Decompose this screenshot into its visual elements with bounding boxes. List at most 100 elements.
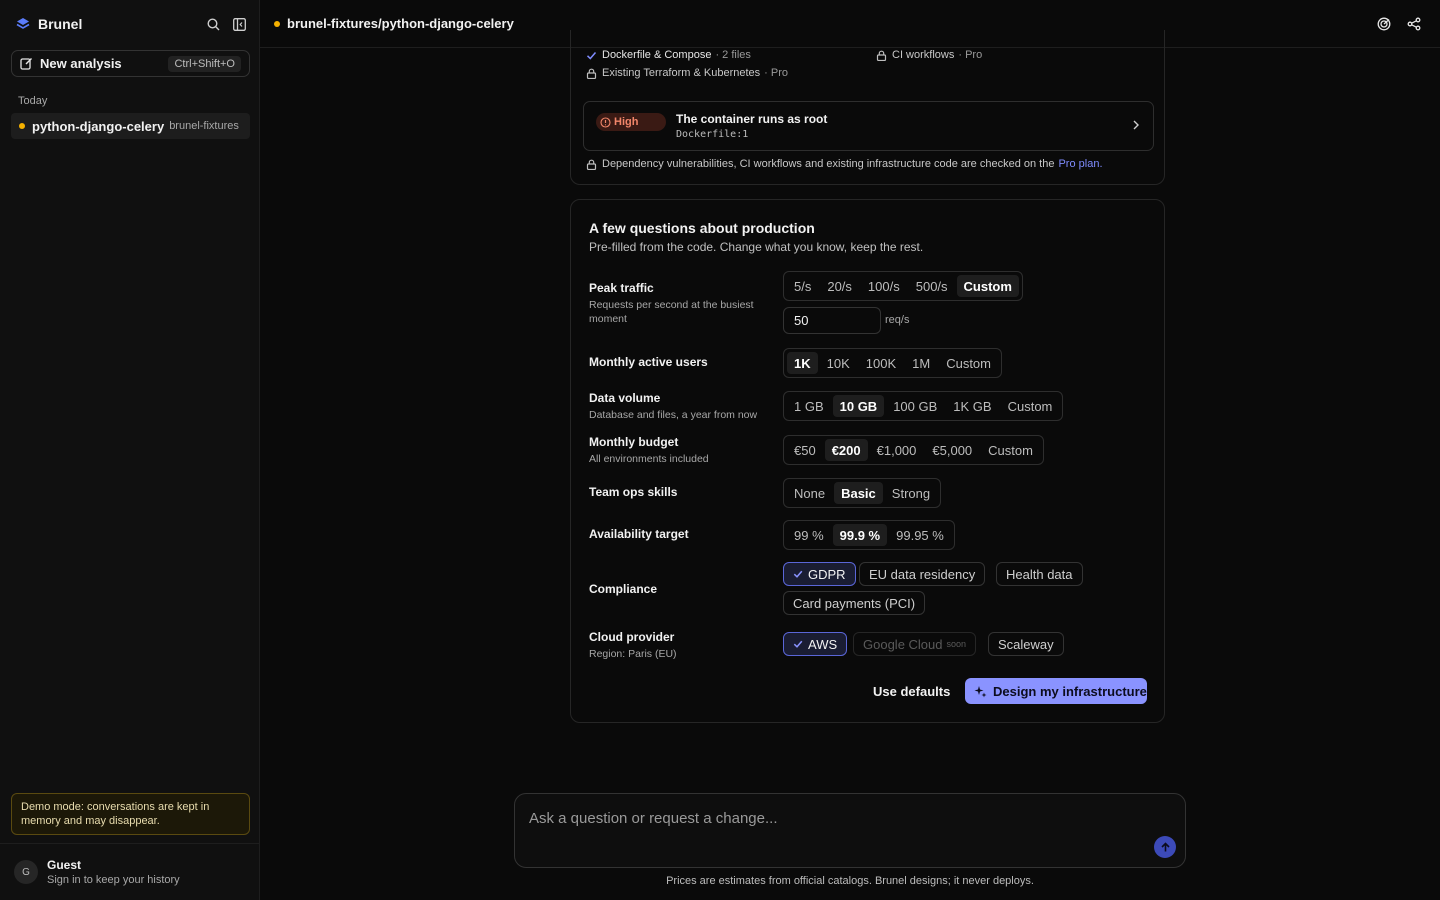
budget-selector: €50 €200 €1,000 €5,000 Custom	[783, 435, 1044, 465]
finding-location: Dockerfile:1	[676, 129, 749, 140]
pricing-disclaimer: Prices are estimates from official catal…	[666, 875, 1034, 887]
mau-label: Monthly active users	[589, 355, 708, 369]
brunel-logo-icon	[16, 18, 30, 29]
data-volume-option[interactable]: 1K GB	[946, 395, 998, 417]
user-sign-in-hint: Sign in to keep your history	[47, 874, 180, 886]
chat-input[interactable]	[529, 808, 1129, 828]
history-item-name: python-django-celery	[32, 118, 165, 134]
compliance-gdpr-chip[interactable]: GDPR	[783, 562, 856, 586]
sidebar-header: Brunel	[16, 14, 247, 34]
brand-name: Brunel	[38, 16, 83, 32]
check-icon	[793, 570, 803, 578]
send-button[interactable]	[1154, 836, 1176, 858]
mau-option[interactable]: 1M	[905, 352, 937, 374]
status-dot	[19, 123, 25, 129]
sidebar: Brunel New analysis Ctrl+Shift+O Today p…	[0, 0, 260, 900]
feature-dockerfile: Dockerfile & Compose · 2 files	[586, 49, 751, 61]
check-icon	[586, 51, 597, 60]
budget-option[interactable]: €1,000	[870, 439, 924, 461]
user-name: Guest	[47, 858, 82, 872]
cloud-scaleway-chip[interactable]: Scaleway	[988, 632, 1064, 656]
search-icon[interactable]	[205, 16, 221, 32]
pro-plan-note: Dependency vulnerabilities, CI workflows…	[586, 158, 1103, 170]
share-icon[interactable]	[1406, 16, 1422, 32]
mau-option[interactable]: Custom	[939, 352, 998, 374]
finding-title: The container runs as root	[676, 112, 828, 126]
history-item-owner: brunel-fixtures	[169, 120, 239, 132]
cloud-google-chip: Google Cloud soon	[853, 632, 977, 656]
chat-composer	[514, 793, 1186, 868]
severity-badge: High	[596, 113, 666, 131]
budget-option[interactable]: Custom	[981, 439, 1040, 461]
new-analysis-shortcut: Ctrl+Shift+O	[168, 55, 241, 72]
data-volume-label: Data volume Database and files, a year f…	[589, 391, 758, 421]
design-infrastructure-button[interactable]: Design my infrastructure	[965, 678, 1147, 704]
mau-option[interactable]: 1K	[787, 352, 818, 374]
compliance-label: Compliance	[589, 582, 658, 596]
questions-subtitle: Pre-filled from the code. Change what yo…	[589, 240, 924, 254]
compliance-health-data-chip[interactable]: Health data	[996, 562, 1083, 586]
history-section-label: Today	[18, 95, 48, 107]
new-analysis-label: New analysis	[40, 56, 122, 71]
scan-results-card: Dockerfile & Compose · 2 files CI workflo…	[570, 30, 1165, 185]
radar-icon[interactable]	[1376, 16, 1392, 32]
availability-option[interactable]: 99.95 %	[889, 524, 951, 546]
use-defaults-button[interactable]: Use defaults	[873, 684, 950, 699]
edit-icon	[20, 58, 32, 70]
budget-option[interactable]: €200	[824, 439, 868, 461]
peak-traffic-option[interactable]: Custom	[956, 275, 1019, 297]
production-questions-card: A few questions about production Pre-fil…	[570, 199, 1165, 723]
feature-terraform-k8s: Existing Terraform & Kubernetes · Pro	[586, 67, 788, 79]
lock-icon	[586, 159, 597, 170]
mau-option[interactable]: 10K	[820, 352, 857, 374]
peak-traffic-option[interactable]: 20/s	[820, 275, 859, 297]
repo-title: brunel-fixtures/python-django-celery	[287, 16, 514, 31]
ops-skills-label: Team ops skills	[589, 485, 678, 499]
lock-icon	[586, 68, 597, 79]
data-volume-option[interactable]: 1 GB	[787, 395, 831, 417]
check-icon	[793, 640, 803, 648]
peak-traffic-option[interactable]: 500/s	[909, 275, 955, 297]
status-dot	[274, 20, 280, 27]
finding-row[interactable]: High The container runs as root Dockerfi…	[583, 101, 1154, 151]
budget-label: Monthly budget All environments included	[589, 435, 709, 465]
avatar: G	[14, 860, 38, 884]
sparkles-icon	[974, 685, 987, 697]
alert-icon	[600, 116, 611, 128]
ops-skills-selector: None Basic Strong	[783, 478, 942, 508]
peak-traffic-unit: req/s	[885, 314, 910, 326]
compliance-eu-residency-chip[interactable]: EU data residency	[859, 562, 986, 586]
ops-skills-option[interactable]: Basic	[834, 482, 883, 504]
history-item[interactable]: python-django-celery brunel-fixtures	[11, 113, 250, 139]
ops-skills-option[interactable]: None	[787, 482, 832, 504]
questions-title: A few questions about production	[589, 220, 815, 236]
availability-option[interactable]: 99 %	[787, 524, 831, 546]
mau-option[interactable]: 100K	[859, 352, 903, 374]
compliance-pci-chip[interactable]: Card payments (PCI)	[783, 591, 926, 615]
cloud-provider-label: Cloud provider Region: Paris (EU)	[589, 630, 677, 660]
peak-traffic-label: Peak traffic Requests per second at the …	[589, 281, 754, 325]
data-volume-selector: 1 GB 10 GB 100 GB 1K GB Custom	[783, 391, 1064, 421]
mau-selector: 1K 10K 100K 1M Custom	[783, 348, 1002, 378]
user-account[interactable]: G Guest Sign in to keep your history	[0, 843, 259, 900]
ops-skills-option[interactable]: Strong	[885, 482, 937, 504]
lock-icon	[876, 50, 887, 61]
data-volume-option[interactable]: Custom	[1001, 395, 1060, 417]
budget-option[interactable]: €50	[787, 439, 823, 461]
feature-ci-workflows: CI workflows · Pro	[876, 49, 982, 61]
data-volume-option[interactable]: 10 GB	[832, 395, 885, 417]
new-analysis-button[interactable]: New analysis Ctrl+Shift+O	[11, 50, 250, 77]
data-volume-option[interactable]: 100 GB	[886, 395, 944, 417]
availability-selector: 99 % 99.9 % 99.95 %	[783, 520, 955, 550]
availability-option[interactable]: 99.9 %	[832, 524, 888, 546]
peak-traffic-selector: 5/s 20/s 100/s 500/s Custom	[783, 271, 1023, 301]
collapse-sidebar-icon[interactable]	[231, 16, 247, 32]
demo-mode-notice: Demo mode: conversations are kept in mem…	[11, 793, 250, 835]
chevron-right-icon	[1133, 120, 1139, 130]
budget-option[interactable]: €5,000	[925, 439, 979, 461]
pro-plan-link[interactable]: Pro plan.	[1058, 158, 1102, 170]
peak-traffic-input[interactable]	[783, 307, 881, 334]
peak-traffic-option[interactable]: 5/s	[787, 275, 818, 297]
peak-traffic-option[interactable]: 100/s	[861, 275, 907, 297]
cloud-aws-chip[interactable]: AWS	[783, 632, 848, 656]
